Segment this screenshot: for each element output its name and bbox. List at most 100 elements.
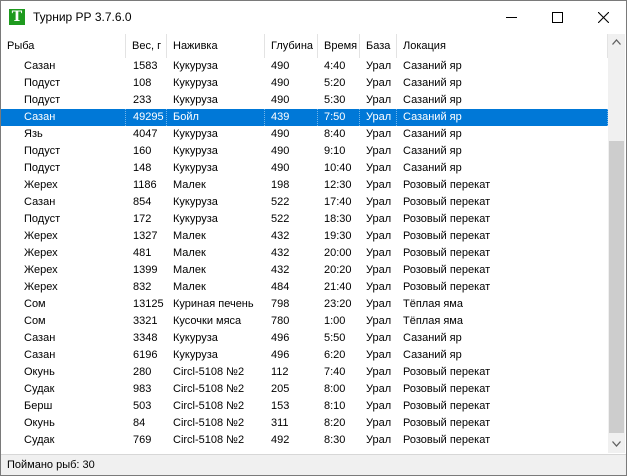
cell-location: Сазаний яр	[403, 332, 462, 344]
table-row[interactable]: Жерех 1186 Малек 198 12:30 Урал Розовый перека…	[1, 177, 608, 194]
cell-time: 5:50	[324, 332, 346, 344]
cell-location: Сазаний яр	[403, 162, 462, 174]
table-row[interactable]: Судак 769 Circl-5108 №2 492 8:30 Урал Розовый …	[1, 432, 608, 449]
cell-weight: 108	[133, 77, 152, 89]
cell-time: 23:20	[324, 298, 352, 310]
column-header-weight[interactable]: Вес, г	[126, 34, 167, 58]
cell-time: 6:20	[324, 349, 346, 361]
cell-base: Урал	[366, 145, 392, 157]
cell-fish: Жерех	[24, 247, 58, 259]
cell-fish: Судак	[24, 434, 55, 446]
maximize-button[interactable]	[534, 1, 580, 33]
table-row[interactable]: Сазан 854 Кукуруза 522 17:40 Урал Розовый пере…	[1, 194, 608, 211]
cell-time: 5:20	[324, 77, 346, 89]
cell-location: Розовый перекат	[403, 247, 491, 259]
scroll-down-button[interactable]	[608, 436, 625, 453]
table-row[interactable]: Сазан 6196 Кукуруза 496 6:20 Урал Сазаний яр	[1, 347, 608, 364]
cell-weight: 854	[133, 196, 152, 208]
cell-fish: Подуст	[24, 145, 61, 157]
table-row[interactable]: Окунь 280 Circl-5108 №2 112 7:40 Урал Розовый …	[1, 364, 608, 381]
table-row[interactable]: Подуст 148 Кукуруза 490 10:40 Урал Сазаний яр	[1, 160, 608, 177]
cell-depth: 490	[271, 145, 290, 157]
cell-time: 4:40	[324, 60, 346, 72]
cell-bait: Circl-5108 №2	[173, 383, 245, 395]
cell-fish: Судак	[24, 383, 55, 395]
cell-base: Урал	[366, 94, 392, 106]
table-row[interactable]: Язь 4047 Кукуруза 490 8:40 Урал Сазаний яр	[1, 126, 608, 143]
cell-bait: Кукуруза	[173, 94, 218, 106]
table-row-selected[interactable]: Сазан 49295 Бойл 439 7:50 Урал Сазаний яр	[1, 109, 608, 126]
cell-depth: 490	[271, 94, 290, 106]
cell-fish: Сом	[24, 298, 46, 310]
cell-weight: 172	[133, 213, 152, 225]
table-row[interactable]: Сазан 1583 Кукуруза 490 4:40 Урал Сазаний яр	[1, 58, 608, 75]
cell-base: Урал	[366, 434, 392, 446]
cell-base: Урал	[366, 366, 392, 378]
window-title: Турнир РР 3.7.6.0	[33, 10, 132, 24]
table-row[interactable]: Окунь 84 Circl-5108 №2 311 8:20 Урал Розовый п…	[1, 415, 608, 432]
cell-depth: 490	[271, 77, 290, 89]
table-row[interactable]: Подуст 160 Кукуруза 490 9:10 Урал Сазаний яр	[1, 143, 608, 160]
scroll-up-button[interactable]	[608, 34, 625, 51]
cell-bait: Circl-5108 №2	[173, 417, 245, 429]
cell-weight: 160	[133, 145, 152, 157]
cell-time: 12:30	[324, 179, 352, 191]
scrollbar-thumb[interactable]	[609, 141, 624, 433]
cell-fish: Жерех	[24, 264, 58, 276]
cell-depth: 432	[271, 247, 290, 259]
table-row[interactable]: Подуст 233 Кукуруза 490 5:30 Урал Сазаний яр	[1, 92, 608, 109]
cell-bait: Кукуруза	[173, 145, 218, 157]
title-bar[interactable]: T Турнир РР 3.7.6.0	[1, 1, 626, 33]
table-row[interactable]: Жерех 481 Малек 432 20:00 Урал Розовый перекат	[1, 245, 608, 262]
cell-weight: 1327	[133, 230, 158, 242]
column-header-base[interactable]: База	[360, 34, 397, 58]
cell-bait: Кукуруза	[173, 196, 218, 208]
cell-base: Урал	[366, 400, 392, 412]
table-row[interactable]: Сом 13125 Куриная печень 798 23:20 Урал Тёплая…	[1, 296, 608, 313]
table-row[interactable]: Судак 983 Circl-5108 №2 205 8:00 Урал Розовый …	[1, 381, 608, 398]
cell-weight: 148	[133, 162, 152, 174]
cell-location: Сазаний яр	[403, 128, 462, 140]
cell-time: 20:00	[324, 247, 352, 259]
cell-weight: 1399	[133, 264, 158, 276]
cell-depth: 484	[271, 281, 290, 293]
cell-bait: Малек	[173, 179, 206, 191]
column-header-time[interactable]: Время	[318, 34, 360, 58]
table-row[interactable]: Жерех 832 Малек 484 21:40 Урал Розовый перекат	[1, 279, 608, 296]
table-row[interactable]: Жерех 1399 Малек 432 20:20 Урал Розовый перека…	[1, 262, 608, 279]
cell-location: Сазаний яр	[403, 77, 462, 89]
table-row[interactable]: Берш 503 Circl-5108 №2 153 8:10 Урал Розовый п…	[1, 398, 608, 415]
cell-fish: Окунь	[24, 366, 55, 378]
cell-weight: 481	[133, 247, 152, 259]
cell-weight: 13125	[133, 298, 164, 310]
cell-location: Розовый перекат	[403, 434, 491, 446]
minimize-button[interactable]	[488, 1, 534, 33]
catch-list[interactable]: Рыба Вес, г Наживка Глубина Время База Локация…	[1, 34, 608, 453]
table-row[interactable]: Жерех 1327 Малек 432 19:30 Урал Розовый перека…	[1, 228, 608, 245]
cell-depth: 490	[271, 128, 290, 140]
cell-location: Сазаний яр	[403, 94, 462, 106]
column-header-depth[interactable]: Глубина	[265, 34, 318, 58]
cell-time: 8:40	[324, 128, 346, 140]
vertical-scrollbar[interactable]	[608, 34, 625, 453]
column-header-bait[interactable]: Наживка	[167, 34, 265, 58]
cell-bait: Малек	[173, 247, 206, 259]
cell-base: Урал	[366, 128, 392, 140]
table-row[interactable]: Сазан 3348 Кукуруза 496 5:50 Урал Сазаний яр	[1, 330, 608, 347]
cell-weight: 3348	[133, 332, 158, 344]
cell-time: 1:00	[324, 315, 346, 327]
cell-fish: Окунь	[24, 417, 55, 429]
cell-bait: Кукуруза	[173, 332, 218, 344]
close-button[interactable]	[580, 1, 626, 33]
column-header-location[interactable]: Локация	[397, 34, 608, 58]
cell-location: Розовый перекат	[403, 417, 491, 429]
cell-time: 7:40	[324, 366, 346, 378]
table-row[interactable]: Подуст 108 Кукуруза 490 5:20 Урал Сазаний яр	[1, 75, 608, 92]
cell-location: Розовый перекат	[403, 213, 491, 225]
maximize-icon	[552, 12, 563, 23]
close-icon	[598, 12, 609, 23]
cell-base: Урал	[366, 417, 392, 429]
table-row[interactable]: Сом 3321 Кусочки мяса 780 1:00 Урал Тёплая яма	[1, 313, 608, 330]
table-row[interactable]: Подуст 172 Кукуруза 522 18:30 Урал Розовый пер…	[1, 211, 608, 228]
column-header-fish[interactable]: Рыба	[1, 34, 126, 58]
